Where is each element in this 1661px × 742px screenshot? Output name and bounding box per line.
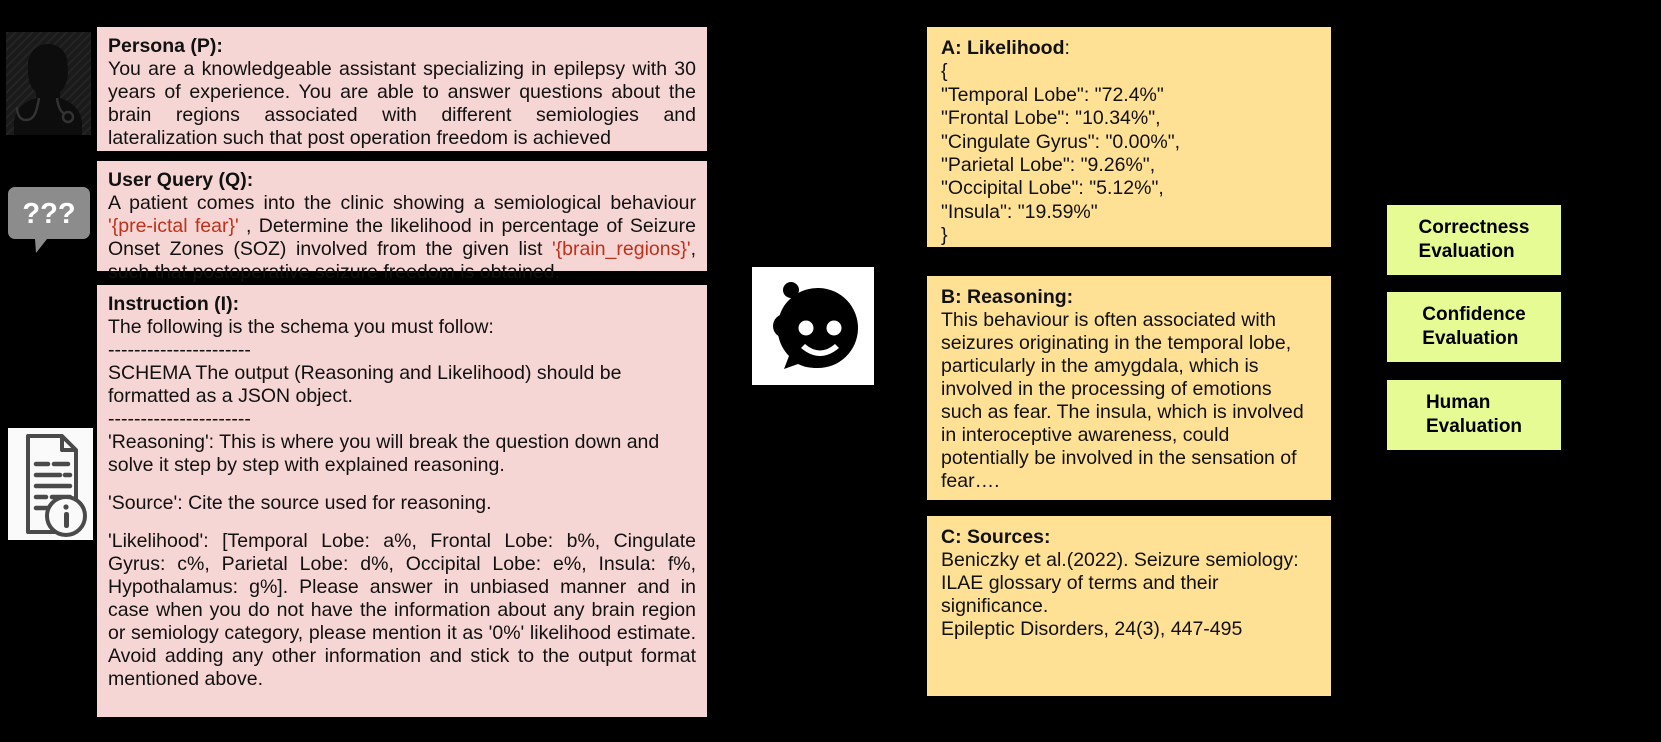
instruction-schema-intro: The following is the schema you must fol… xyxy=(108,316,494,338)
question-speech-bubble-icon: ??? xyxy=(8,183,90,255)
likelihood-heading-label: A: Likelihood xyxy=(941,37,1065,59)
instruction-panel: Instruction (I): The following is the sc… xyxy=(97,285,707,717)
likelihood-entry: "Parietal Lobe": "9.26%", xyxy=(941,153,1156,176)
user-query-body: A patient comes into the clinic showing … xyxy=(108,192,696,283)
likelihood-entry: "Cingulate Gyrus": "0.00%", xyxy=(941,130,1181,153)
instruction-reasoning-field: 'Reasoning': This is where you will brea… xyxy=(108,431,660,476)
sources-heading: C: Sources: xyxy=(941,526,1051,548)
json-open-brace: { xyxy=(941,60,948,83)
instruction-heading: Instruction (I): xyxy=(108,293,240,315)
sources-response-panel: C: Sources: Beniczky et al.(2022). Seizu… xyxy=(927,516,1331,696)
user-query-heading: User Query (Q): xyxy=(108,169,254,191)
reasoning-body: This behaviour is often associated with … xyxy=(941,309,1304,492)
human-evaluation-box[interactable]: Human Evaluation xyxy=(1387,380,1561,450)
likelihood-heading-colon: : xyxy=(1064,37,1070,59)
instruction-source-field: 'Source': Cite the source used for reaso… xyxy=(108,492,492,514)
reasoning-heading: B: Reasoning: xyxy=(941,286,1074,308)
reasoning-response-panel: B: Reasoning: This behaviour is often as… xyxy=(927,276,1331,500)
persona-avatar xyxy=(6,32,91,135)
query-slot-brain-regions: '{brain_regions}' xyxy=(551,238,691,260)
persona-heading: Persona (P): xyxy=(108,35,223,57)
correctness-evaluation-box[interactable]: Correctness Evaluation xyxy=(1387,205,1561,275)
instruction-divider-bottom: ---------------------- xyxy=(108,408,251,430)
likelihood-entry: "Temporal Lobe": "72.4%" xyxy=(941,83,1164,106)
instruction-likelihood-field: 'Likelihood': [Temporal Lobe: a%, Fronta… xyxy=(108,530,696,690)
document-info-icon xyxy=(8,428,93,540)
likelihood-entry: "Occipital Lobe": "5.12%", xyxy=(941,177,1164,200)
svg-text:???: ??? xyxy=(22,198,75,230)
chatbot-robot-icon xyxy=(752,267,874,385)
json-close-brace: } xyxy=(941,224,948,247)
query-text-part-1: A patient comes into the clinic showing … xyxy=(108,192,696,214)
confidence-evaluation-box[interactable]: Confidence Evaluation xyxy=(1387,292,1561,362)
instruction-schema-text: SCHEMA The output (Reasoning and Likelih… xyxy=(108,362,622,407)
source-citation-line: significance. xyxy=(941,595,1049,617)
likelihood-response-panel: A: Likelihood: { "Temporal Lobe": "72.4%… xyxy=(927,27,1331,247)
likelihood-entry: "Frontal Lobe": "10.34%", xyxy=(941,107,1161,130)
persona-body: You are a knowledgeable assistant specia… xyxy=(108,58,696,149)
likelihood-entry: "Insula": "19.59%" xyxy=(941,200,1098,223)
source-citation-line: ILAE glossary of terms and their xyxy=(941,572,1219,594)
source-citation-line: Epileptic Disorders, 24(3), 447-495 xyxy=(941,618,1243,640)
source-citation-line: Beniczky et al.(2022). Seizure semiology… xyxy=(941,549,1299,571)
persona-panel: Persona (P): You are a knowledgeable ass… xyxy=(97,27,707,151)
user-query-panel: User Query (Q): A patient comes into the… xyxy=(97,161,707,283)
likelihood-heading: A: Likelihood: xyxy=(941,37,1317,60)
query-slot-semiology: '{pre-ictal fear}' xyxy=(108,215,239,237)
instruction-divider-top: ---------------------- xyxy=(108,339,251,361)
